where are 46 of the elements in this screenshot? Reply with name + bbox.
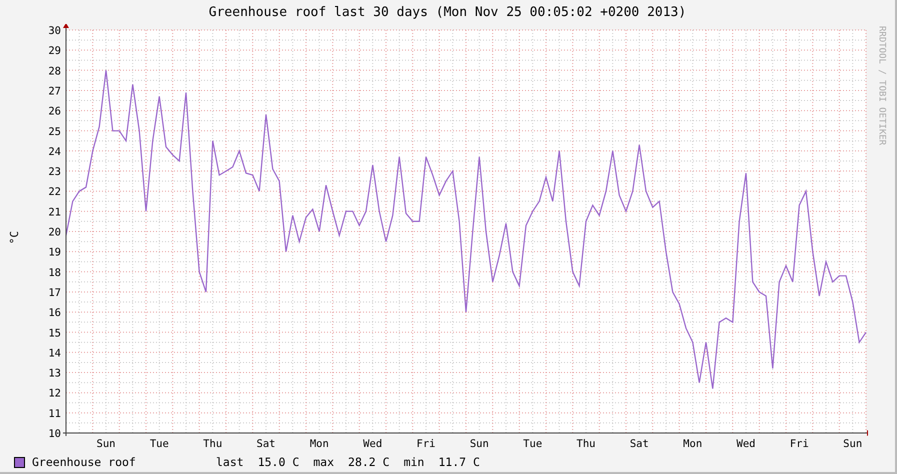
- x-tick-label: Thu: [576, 438, 596, 450]
- y-tick-label: 10: [48, 428, 61, 440]
- x-tick-label: Sun: [470, 438, 489, 450]
- y-tick-label: 26: [48, 106, 61, 118]
- y-tick-label: 17: [48, 286, 61, 299]
- y-tick-label: 25: [48, 126, 61, 138]
- x-tick-label: Sat: [630, 438, 649, 450]
- x-tick-label: Tue: [523, 438, 542, 450]
- y-tick-label: 16: [48, 307, 61, 320]
- y-tick-label: 28: [48, 65, 61, 78]
- y-tick-label: 18: [48, 266, 61, 279]
- y-axis-label: °C: [8, 231, 20, 245]
- x-tick-label: Fri: [790, 438, 809, 450]
- y-tick-label: 20: [48, 226, 61, 238]
- x-tick-label: Wed: [363, 438, 382, 450]
- y-tick-label: 21: [48, 206, 61, 218]
- x-tick-label: Wed: [736, 438, 756, 450]
- y-tick-label: 13: [48, 368, 61, 380]
- x-tick-label: Sat: [256, 438, 276, 450]
- y-tick-label: 22: [48, 186, 61, 198]
- x-tick-label: Tue: [150, 438, 169, 450]
- y-tick-label: 29: [48, 45, 61, 58]
- stat-value: 28.2 C: [348, 455, 390, 469]
- credit-text: RRDTOOL / TOBI OETIKER: [876, 26, 886, 146]
- stat-label: min: [404, 455, 424, 469]
- y-tick-label: 12: [48, 388, 61, 400]
- x-tick-label: Sun: [96, 438, 116, 450]
- stat-value: 11.7 C: [438, 455, 480, 469]
- chart-title: Greenhouse roof last 30 days (Mon Nov 25 00:05:02 +0200 2013): [208, 4, 686, 20]
- legend-label: Greenhouse roof: [32, 455, 137, 469]
- stat-label: last: [216, 455, 244, 469]
- y-tick-label: 19: [48, 246, 61, 259]
- y-tick-label: 23: [48, 166, 61, 178]
- y-tick-label: 11: [48, 408, 61, 420]
- x-tick-label: Mon: [310, 438, 329, 450]
- y-tick-label: 15: [48, 327, 61, 340]
- x-tick-label: Fri: [416, 438, 436, 450]
- x-tick-label: Sun: [843, 438, 862, 450]
- y-tick-label: 24: [48, 146, 61, 158]
- stat-label: max: [313, 455, 334, 469]
- y-tick-label: 14: [48, 347, 61, 360]
- y-tick-label: 30: [48, 25, 61, 37]
- y-tick-label: 27: [48, 85, 61, 98]
- x-tick-label: Mon: [683, 438, 702, 450]
- stat-value: 15.0 C: [258, 455, 300, 469]
- x-tick-label: Thu: [203, 438, 222, 450]
